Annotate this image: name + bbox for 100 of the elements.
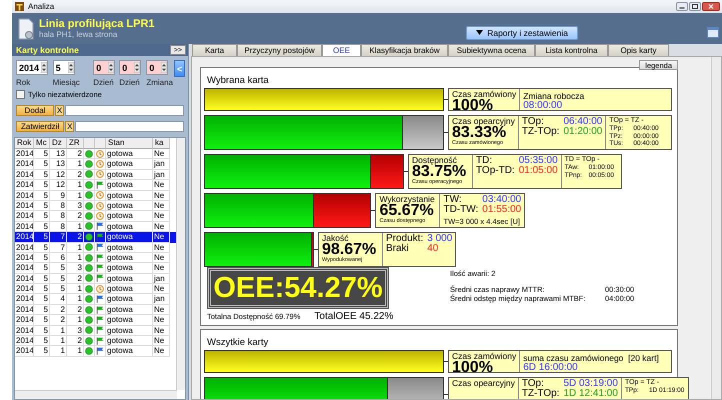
number-spinner[interactable]: 0 — [93, 60, 116, 75]
table-cell: 1 — [67, 315, 84, 326]
table-cell: 2 — [67, 274, 84, 284]
table-cell: jan — [153, 170, 170, 180]
detail-value: 05:35:00 — [518, 156, 558, 166]
table-cell: 5 — [34, 242, 50, 253]
table-cell: 5 — [34, 326, 50, 336]
table-cell: 1 — [50, 346, 67, 357]
user-field[interactable] — [65, 105, 184, 116]
table-cell: 5 — [34, 159, 50, 170]
table-cell: 1 — [67, 242, 84, 253]
metric-percent: 98.67% — [322, 243, 378, 257]
tab[interactable]: Lista kontrolna — [535, 44, 608, 56]
filter-label: Zmiana — [146, 78, 172, 87]
table-cell: Ne — [153, 315, 170, 326]
table-cell: 4 — [50, 294, 67, 305]
maximize-icon[interactable] — [689, 2, 701, 11]
tab[interactable]: Karta — [192, 44, 237, 56]
number-spinner[interactable]: 0 — [119, 60, 142, 75]
table-cell: 2 — [67, 211, 84, 222]
scrollbar[interactable] — [15, 390, 177, 399]
number-spinner[interactable]: 5 — [52, 60, 75, 75]
detail-value: 06:40:00 — [563, 117, 602, 127]
column-header[interactable]: Dz — [50, 138, 67, 149]
tab[interactable]: OEE — [322, 44, 361, 56]
column-header[interactable]: ZR — [67, 138, 84, 149]
table-cell: 2 — [67, 232, 84, 243]
group-title: Wszytkie karty — [206, 338, 268, 349]
user-field[interactable] — [75, 121, 184, 132]
table-cell: 1 — [67, 346, 84, 357]
table-cell: 9 — [50, 190, 67, 201]
table-cell: 1 — [67, 190, 84, 201]
detail-label: TOp: — [522, 117, 545, 127]
table-cell: 8 — [50, 200, 67, 212]
table-cell: Ne — [153, 284, 170, 294]
table-cell: Ne — [153, 346, 170, 357]
table-cell: 1 — [67, 159, 84, 170]
table-cell: 5 — [34, 274, 50, 284]
table-cell: gotowa — [106, 304, 153, 316]
document-icon — [18, 18, 34, 40]
reports-button[interactable]: Raporty i zestawienia — [466, 26, 578, 40]
table-cell: Ne — [153, 149, 170, 160]
metric-title: Wykorzystanie — [379, 195, 436, 204]
window-icon[interactable] — [707, 27, 719, 38]
tab[interactable]: Przyczyny postojów — [237, 44, 322, 56]
tab[interactable]: Opis karty — [608, 44, 669, 56]
table-cell: 5 — [34, 180, 50, 191]
detail-value: 3 000 — [427, 234, 452, 244]
filter-label: Dzień — [119, 78, 141, 87]
tab[interactable]: Subiektywna ocena — [448, 44, 535, 56]
column-header[interactable] — [95, 138, 106, 149]
table-cell: 12 — [50, 180, 67, 191]
table-cell: gotowa — [106, 200, 153, 212]
table-cell: 2 — [67, 336, 84, 346]
column-header[interactable]: Stan — [106, 138, 153, 149]
column-header[interactable]: ka — [153, 138, 170, 149]
table-cell: gotowa — [106, 149, 153, 160]
metric-title: Jakość — [322, 234, 348, 243]
table-cell: 3 — [67, 200, 84, 212]
window-title: Analiza — [28, 2, 54, 11]
column-header[interactable] — [84, 138, 95, 149]
clear-button[interactable]: X — [65, 121, 74, 132]
scrollbar[interactable] — [176, 138, 185, 390]
metric-percent: 100% — [452, 361, 493, 375]
table-cell: 1 — [67, 180, 84, 191]
table-cell: Ne — [153, 252, 170, 264]
table-cell: gotowa — [106, 252, 153, 264]
metric-title: Czas zamówiony — [452, 352, 516, 361]
table-cell: 5 — [34, 336, 50, 346]
table-cell: Ne — [153, 190, 170, 201]
total-value: TotalOEE 45.22% — [314, 311, 394, 322]
user-filter-button[interactable]: Dodal — [16, 105, 54, 116]
clear-button[interactable]: X — [55, 105, 64, 116]
column-header[interactable]: Rok — [15, 138, 34, 149]
table-cell: 5 — [34, 211, 50, 222]
close-icon[interactable] — [702, 2, 720, 11]
scrollbar[interactable] — [711, 57, 721, 399]
column-header[interactable]: Mc — [34, 138, 50, 149]
detail-value: 1D 12:41:00 — [563, 389, 618, 399]
number-spinner[interactable]: 0 — [146, 60, 168, 75]
table-cell: Ne — [153, 263, 170, 274]
minimize-icon[interactable] — [676, 2, 688, 11]
tab[interactable]: Klasyfikacja braków — [361, 44, 448, 56]
detail-label: suma czasu zamówionego [20 kart] — [523, 352, 660, 363]
detail-label: TD-TW: — [443, 205, 478, 215]
table-cell: jan — [153, 274, 170, 284]
detail-label: Zmiana robocza — [523, 90, 586, 101]
number-spinner[interactable]: 2014 — [16, 60, 48, 75]
table-cell: 2 — [67, 149, 84, 160]
table-cell: 5 — [34, 252, 50, 264]
table-cell: gotowa — [106, 336, 153, 346]
checkbox[interactable] — [16, 90, 25, 99]
table-cell: 5 — [34, 346, 50, 357]
table-cell: 2 — [67, 170, 84, 180]
table-cell: Ne — [153, 304, 170, 316]
detail-value: 01:20:00 — [563, 127, 602, 137]
user-filter-button[interactable]: Zatwierdził — [16, 121, 64, 132]
line-subtitle: hala PH1, lewa strona — [39, 30, 118, 39]
table-cell: 5 — [34, 284, 50, 294]
table-cell: gotowa — [106, 232, 153, 243]
